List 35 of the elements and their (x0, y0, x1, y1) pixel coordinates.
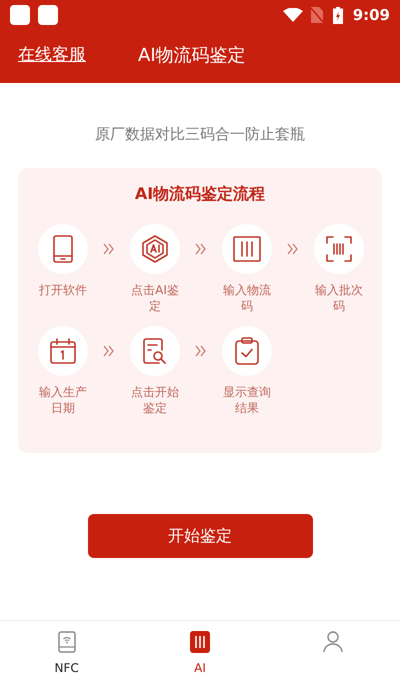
no-sim-icon (310, 7, 323, 23)
nav-tab[interactable]: AI (133, 621, 267, 700)
battery-charging-icon (332, 6, 343, 24)
nav-tab[interactable]: NFC (0, 621, 134, 700)
double-chevron-icon (287, 242, 299, 254)
process-title: AI物流码鉴定流程 (134, 182, 266, 204)
person-icon (323, 631, 344, 653)
double-chevron-icon (103, 242, 115, 254)
step-label: 点击AI鉴定 (130, 282, 180, 314)
step-label: 打开软件 (38, 282, 88, 298)
notification-icon (10, 5, 30, 25)
barcode-icon (190, 631, 210, 653)
barcode-icon (233, 236, 261, 262)
step-label: 输入物流码 (222, 282, 272, 314)
subtitle: 原厂数据对比三码合一防止套瓶 (95, 124, 305, 145)
wifi-icon (282, 8, 303, 22)
phone-wifi-icon (58, 631, 76, 653)
ai-chip-icon (142, 234, 168, 262)
step-label: 输入批次码 (314, 282, 364, 314)
calendar-icon (50, 338, 76, 364)
clipboard-check-icon (235, 336, 259, 364)
phone-icon (51, 234, 75, 262)
double-chevron-icon (103, 344, 115, 356)
notification-icon (38, 5, 58, 25)
step-label: 点击开始鉴定 (130, 384, 180, 416)
double-chevron-icon (195, 344, 207, 356)
start-button[interactable]: 开始鉴定 (88, 514, 312, 558)
page-title: AI物流码鉴定 (138, 44, 246, 68)
barcode-scan-icon (326, 236, 352, 262)
document-search-icon (143, 338, 167, 364)
customer-service-link[interactable]: 在线客服 (18, 42, 86, 68)
status-time: 9:09 (352, 4, 390, 26)
step-label: 显示查询结果 (222, 384, 272, 416)
double-chevron-icon (195, 242, 207, 254)
step-label: 输入生产日期 (38, 384, 88, 416)
